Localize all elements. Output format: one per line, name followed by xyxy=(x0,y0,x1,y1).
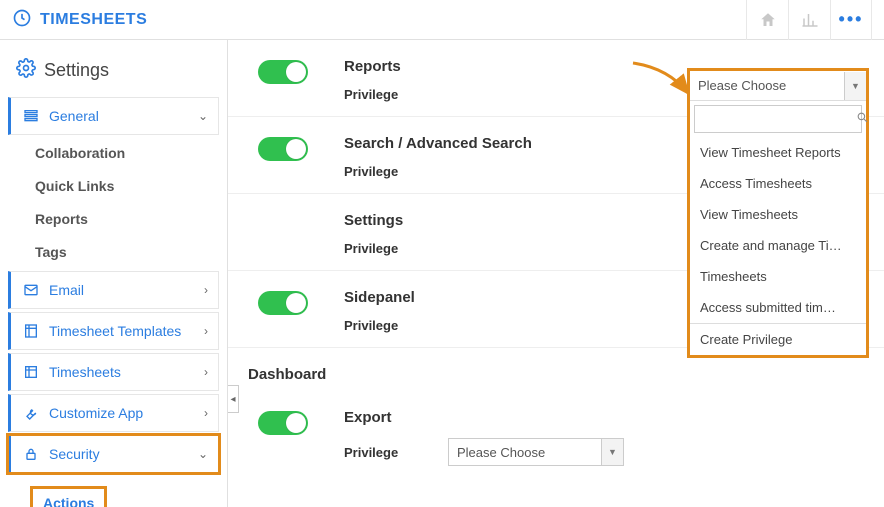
sidebar-item-email[interactable]: Email › xyxy=(8,271,219,309)
sidebar-subitem-collaboration[interactable]: Collaboration xyxy=(8,138,219,168)
dropdown-search-input[interactable] xyxy=(701,112,856,126)
dropdown-option[interactable]: View Timesheets xyxy=(690,199,866,230)
settings-sidebar: Settings General ⌄ Collaboration Quick L… xyxy=(0,40,228,507)
sidebar-item-label: Customize App xyxy=(49,405,204,421)
list-icon xyxy=(21,108,41,124)
wrench-icon xyxy=(21,405,41,421)
privilege-label: Privilege xyxy=(344,164,414,179)
sidebar-item-customize-app[interactable]: Customize App › xyxy=(8,394,219,432)
template-icon xyxy=(21,323,41,339)
app-header: TIMESHEETS ••• xyxy=(0,0,884,40)
dropdown-option[interactable]: Create and manage Ti… xyxy=(690,230,866,261)
privilege-select-export[interactable]: Please Choose ▼ xyxy=(448,438,624,466)
sidebar-subitem-quick-links[interactable]: Quick Links xyxy=(8,171,219,201)
chevron-down-icon: ⌄ xyxy=(198,447,208,461)
lock-icon xyxy=(21,446,41,462)
privilege-label: Privilege xyxy=(344,318,414,333)
chevron-down-icon: ▼ xyxy=(601,439,623,465)
select-placeholder: Please Choose xyxy=(698,78,844,93)
chart-icon[interactable] xyxy=(788,0,830,40)
sidebar-collapse-button[interactable]: ◂ xyxy=(228,385,239,413)
dropdown-option[interactable]: Access Timesheets xyxy=(690,168,866,199)
gear-icon xyxy=(16,58,36,83)
timesheet-icon xyxy=(21,364,41,380)
chevron-down-icon: ⌄ xyxy=(198,109,208,123)
sidebar-item-label: Security xyxy=(49,446,198,462)
mail-icon xyxy=(21,282,41,298)
sidebar-item-label: Timesheet Templates xyxy=(49,323,204,339)
toggle-reports[interactable] xyxy=(258,60,308,84)
sidebar-subitem-reports[interactable]: Reports xyxy=(8,204,219,234)
chevron-right-icon: › xyxy=(204,406,208,420)
search-icon xyxy=(856,111,869,127)
dropdown-create-privilege[interactable]: Create Privilege xyxy=(690,323,866,355)
sidebar-item-timesheets[interactable]: Timesheets › xyxy=(8,353,219,391)
sidebar-item-general[interactable]: General ⌄ xyxy=(8,97,219,135)
dropdown-search xyxy=(694,105,862,133)
settings-heading: Settings xyxy=(8,58,219,97)
chevron-right-icon: › xyxy=(204,365,208,379)
row-title: Export xyxy=(344,409,864,426)
app-title: TIMESHEETS xyxy=(40,11,147,29)
privilege-label: Privilege xyxy=(344,241,414,256)
dropdown-option[interactable]: Access submitted tim… xyxy=(690,292,866,323)
sidebar-subitem-actions[interactable]: Actions xyxy=(30,486,107,507)
chevron-right-icon: › xyxy=(204,324,208,338)
toggle-search[interactable] xyxy=(258,137,308,161)
select-placeholder: Please Choose xyxy=(457,445,601,460)
clock-icon xyxy=(12,8,32,31)
privilege-label: Privilege xyxy=(344,445,414,460)
privilege-select-reports[interactable]: Please Choose ▼ xyxy=(690,71,866,101)
home-icon[interactable] xyxy=(746,0,788,40)
sidebar-subitem-tags[interactable]: Tags xyxy=(8,237,219,267)
sidebar-item-label: Timesheets xyxy=(49,364,204,380)
privilege-dropdown: Please Choose ▼ View Timesheet Reports A… xyxy=(687,68,869,358)
privilege-label: Privilege xyxy=(344,87,414,102)
sidebar-item-label: General xyxy=(49,108,198,124)
toggle-sidepanel[interactable] xyxy=(258,291,308,315)
sidebar-item-timesheet-templates[interactable]: Timesheet Templates › xyxy=(8,312,219,350)
chevron-right-icon: › xyxy=(204,283,208,297)
settings-heading-label: Settings xyxy=(44,60,109,81)
sidebar-item-security[interactable]: Security ⌄ xyxy=(8,435,219,473)
chevron-down-icon: ▼ xyxy=(844,72,866,100)
dropdown-option[interactable]: Timesheets xyxy=(690,261,866,292)
dropdown-option[interactable]: View Timesheet Reports xyxy=(690,137,866,168)
toggle-export[interactable] xyxy=(258,411,308,435)
setting-row-export: Export Privilege Please Choose ▼ xyxy=(228,391,884,480)
sidebar-item-label: Email xyxy=(49,282,204,298)
more-icon[interactable]: ••• xyxy=(830,0,872,40)
main-panel: ◂ Reports Privilege Search / Advanced Se… xyxy=(228,40,884,507)
